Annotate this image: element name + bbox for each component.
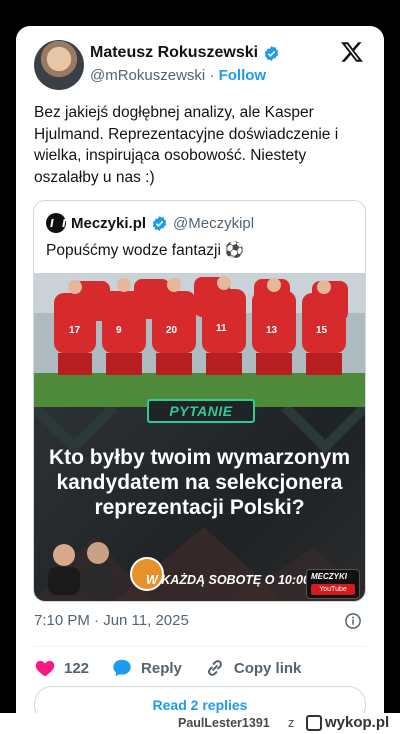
heart-icon bbox=[35, 660, 55, 677]
quote-text: Popuśćmy wodze fantazji bbox=[46, 241, 221, 259]
copy-link-button[interactable]: Copy link bbox=[204, 657, 302, 679]
avatar[interactable] bbox=[34, 40, 84, 90]
hosts-photo bbox=[48, 542, 114, 595]
author-name-row: Mateusz Rokuszewski bbox=[90, 44, 280, 62]
divider bbox=[34, 646, 366, 647]
like-count: 122 bbox=[64, 659, 90, 677]
tweet-timestamp[interactable]: 7:10 PM · Jun 11, 2025 bbox=[34, 612, 189, 629]
svg-text:17: 17 bbox=[69, 325, 81, 336]
quote-media-image[interactable]: 17 9 20 11 13 15 PYTANIE Kto byłby twoim… bbox=[34, 273, 365, 601]
svg-text:15: 15 bbox=[316, 325, 328, 336]
wykop-logo[interactable]: wykop.pl bbox=[306, 714, 389, 731]
meczyki-avatar bbox=[46, 213, 66, 233]
quote-author-name: Meczyki.pl bbox=[71, 214, 147, 232]
pytanie-tag: PYTANIE bbox=[147, 399, 255, 423]
footer-username[interactable]: PaulLester1391 bbox=[178, 716, 270, 730]
reply-button[interactable]: Reply bbox=[111, 657, 182, 679]
info-icon[interactable] bbox=[344, 612, 362, 630]
like-button[interactable]: 122 bbox=[34, 657, 89, 679]
tweet-card: Mateusz Rokuszewski @mRokuszewski · Foll… bbox=[16, 26, 384, 713]
author-handle-row: @mRokuszewski · Follow bbox=[90, 67, 266, 84]
copy-link-label: Copy link bbox=[233, 659, 302, 677]
verified-badge-icon bbox=[264, 45, 279, 61]
author-name[interactable]: Mateusz Rokuszewski bbox=[90, 44, 258, 62]
screenshot-frame: Mateusz Rokuszewski @mRokuszewski · Foll… bbox=[0, 0, 400, 713]
football-icon: ⚽ bbox=[224, 242, 245, 259]
wykop-site-name: wykop.pl bbox=[325, 714, 390, 731]
footer-z: z bbox=[288, 716, 295, 730]
reply-bubble-icon bbox=[113, 659, 131, 677]
link-icon bbox=[207, 660, 222, 676]
svg-text:9: 9 bbox=[116, 325, 122, 336]
svg-text:13: 13 bbox=[266, 325, 278, 336]
author-handle[interactable]: @mRokuszewski bbox=[90, 67, 205, 84]
read-replies-button[interactable]: Read 2 replies bbox=[34, 686, 366, 713]
wykop-footer: PaulLester1391 z wykop.pl bbox=[0, 713, 400, 734]
team-photo-illustration: 17 9 20 11 13 15 bbox=[34, 273, 365, 407]
quote-text-row: Popuśćmy wodze fantazji ⚽ bbox=[46, 241, 244, 260]
question-text: Kto byłby twoim wymarzonym kandydatem na… bbox=[48, 446, 351, 519]
brand-name: MECZYKI bbox=[311, 572, 347, 581]
action-bar: 122 Reply Copy link bbox=[34, 653, 366, 683]
tweet-text: Bez jakiejś dogłębnej analizy, ale Kaspe… bbox=[34, 104, 339, 186]
brand-sub: YouTube bbox=[311, 584, 355, 595]
meczyki-youtube-badge: MECZYKI YouTube bbox=[306, 569, 360, 599]
follow-button[interactable]: Follow bbox=[219, 67, 267, 84]
separator-dot: · bbox=[209, 67, 215, 84]
wykop-logo-icon bbox=[306, 714, 322, 731]
reply-label: Reply bbox=[141, 659, 182, 677]
verified-badge-icon bbox=[152, 215, 167, 231]
svg-text:20: 20 bbox=[166, 325, 178, 336]
svg-text:11: 11 bbox=[216, 323, 227, 334]
team-photo: 17 9 20 11 13 15 bbox=[34, 273, 365, 407]
quote-author-handle: @Meczykipl bbox=[173, 214, 255, 232]
x-logo-icon[interactable] bbox=[340, 40, 364, 64]
quote-header: Meczyki.pl @Meczykipl bbox=[46, 213, 254, 233]
quoted-tweet[interactable]: Meczyki.pl @Meczykipl Popuśćmy wodze fan… bbox=[33, 200, 366, 602]
schedule-text: W KAŻDĄ SOBOTĘ O 10:00 bbox=[146, 573, 310, 587]
